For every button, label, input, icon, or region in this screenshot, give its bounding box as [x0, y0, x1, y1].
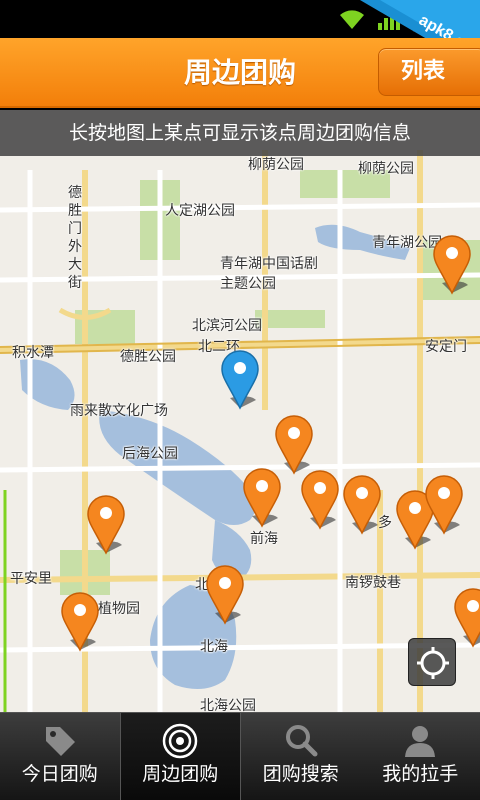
map-label: 安定门 [425, 339, 467, 355]
deal-pin[interactable] [86, 495, 126, 555]
tag-icon [45, 727, 75, 756]
deal-pin[interactable] [242, 468, 282, 528]
tab-label: 今日团购 [21, 763, 98, 785]
tab-label: 周边团购 [142, 763, 219, 785]
map-label: 北滨河公园 [192, 318, 262, 334]
tab-today-deals[interactable]: 今日团购 [0, 713, 120, 800]
tab-nearby-deals[interactable]: 周边团购 [119, 713, 241, 800]
tab-my-account[interactable]: 我的拉手 [361, 713, 480, 800]
map-label: 人定湖公园 [165, 203, 235, 219]
deal-pin[interactable] [60, 592, 100, 652]
map-label: 柳荫公园 [358, 161, 414, 177]
map-label: 南锣鼓巷 [345, 575, 401, 591]
map-label: 前海 [250, 531, 278, 547]
deal-pin[interactable] [432, 235, 472, 295]
map-view[interactable]: 柳荫公园 柳荫公园 人定湖公园 青年湖公园 德胜门外大街 青年湖中国话剧主题公园… [0, 110, 480, 712]
map-label: 平安里 [10, 571, 52, 587]
radar-icon [163, 723, 198, 759]
tab-deal-search[interactable]: 团购搜索 [241, 713, 361, 800]
crosshair-icon [417, 647, 449, 679]
user-icon [405, 726, 436, 757]
tab-label: 我的拉手 [382, 763, 459, 785]
deal-pin[interactable] [274, 415, 314, 475]
map-label: 德胜门外大街 [68, 185, 82, 291]
deal-pin[interactable] [342, 475, 382, 535]
status-bar: 58 apk8.com [0, 0, 480, 70]
search-icon [285, 725, 318, 757]
deal-pin[interactable] [205, 565, 245, 625]
map-label: 北海公园 [200, 698, 256, 712]
current-location-pin[interactable] [220, 350, 260, 410]
map-label: 植物园 [98, 601, 140, 617]
bottom-nav: 今日团购 周边团购 团购搜索 我的拉手 [0, 712, 480, 800]
tab-label: 团购搜索 [262, 763, 339, 785]
map-label: 柳荫公园 [248, 157, 304, 173]
list-view-button[interactable]: 列表 [378, 48, 480, 96]
map-label: 后海公园 [122, 446, 178, 462]
map-label: 青年湖中国话剧主题公园 [220, 256, 318, 292]
locate-me-button[interactable] [408, 638, 456, 686]
map-hint-banner: 长按地图上某点可显示该点周边团购信息 [0, 110, 480, 156]
deal-pin[interactable] [424, 475, 464, 535]
map-label: 德胜公园 [120, 349, 176, 365]
map-label: 积水潭 [12, 345, 54, 361]
deal-pin[interactable] [453, 588, 480, 648]
title-bar: 周边团购 列表 [0, 38, 480, 108]
deal-pin[interactable] [300, 470, 340, 530]
map-label: 北海 [200, 639, 228, 655]
map-label: 雨来散文化广场 [70, 403, 168, 419]
